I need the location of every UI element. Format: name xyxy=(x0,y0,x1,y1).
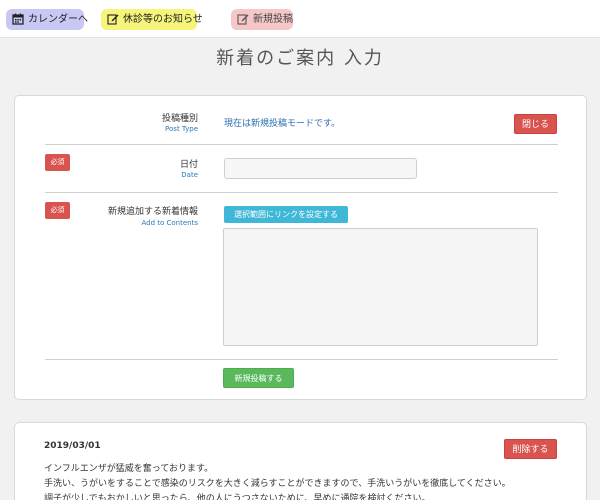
submit-new-post-button[interactable]: 新規投稿する xyxy=(223,368,294,388)
post-date: 2019/03/01 xyxy=(44,441,101,451)
date-label-en: Date xyxy=(181,171,198,179)
holiday-notice-nav-button[interactable]: 休診等のお知らせ xyxy=(101,9,203,30)
holiday-notice-nav-label: 休診等のお知らせ xyxy=(123,14,203,25)
post-body-line: 調子が少しでもおかしいと思ったら、他の人にうつさないために、早めに通院を検討くだ… xyxy=(44,494,431,500)
post-body-line: 手洗い、うがいをすることで感染のリスクを大きく減らすことができますので、手洗いう… xyxy=(44,479,511,489)
edit-icon xyxy=(237,14,249,25)
divider xyxy=(45,144,558,145)
page-title: 新着のご案内 入力 xyxy=(216,48,384,69)
post-type-label: 投稿種別 xyxy=(161,114,198,124)
post-type-label-en: Post Type xyxy=(165,125,198,133)
calendar-nav-button[interactable]: カレンダーへ xyxy=(6,9,88,30)
post-body-line: インフルエンザが猛威を奮っております。 xyxy=(44,464,214,474)
edit-icon xyxy=(107,14,119,25)
news-post-card: 2019/03/01 削除する インフルエンザが猛威を奮っております。 手洗い、… xyxy=(14,422,587,500)
date-input[interactable] xyxy=(224,158,417,179)
divider xyxy=(45,192,558,193)
content-label: 新規追加する新着情報 xyxy=(107,207,198,217)
content-label-en: Add to Contents xyxy=(141,219,198,227)
divider xyxy=(45,359,558,360)
content-textarea[interactable] xyxy=(223,228,538,346)
delete-button[interactable]: 削除する xyxy=(504,439,557,459)
set-link-button[interactable]: 選択範囲にリンクを設定する xyxy=(224,206,348,223)
post-mode-text: 現在は新規投稿モードです。 xyxy=(224,119,341,129)
calendar-icon xyxy=(12,13,24,25)
top-nav-bar: カレンダーへ 休診等のお知らせ 新規投稿 xyxy=(0,0,600,38)
new-post-nav-label: 新規投稿 xyxy=(253,14,293,25)
date-label: 日付 xyxy=(179,160,198,170)
calendar-nav-label: カレンダーへ xyxy=(28,14,88,25)
close-button[interactable]: 閉じる xyxy=(514,114,557,134)
post-form-card: 投稿種別 Post Type 現在は新規投稿モードです。 閉じる 必須 日付 D… xyxy=(14,95,587,400)
new-post-nav-button[interactable]: 新規投稿 xyxy=(231,9,293,30)
